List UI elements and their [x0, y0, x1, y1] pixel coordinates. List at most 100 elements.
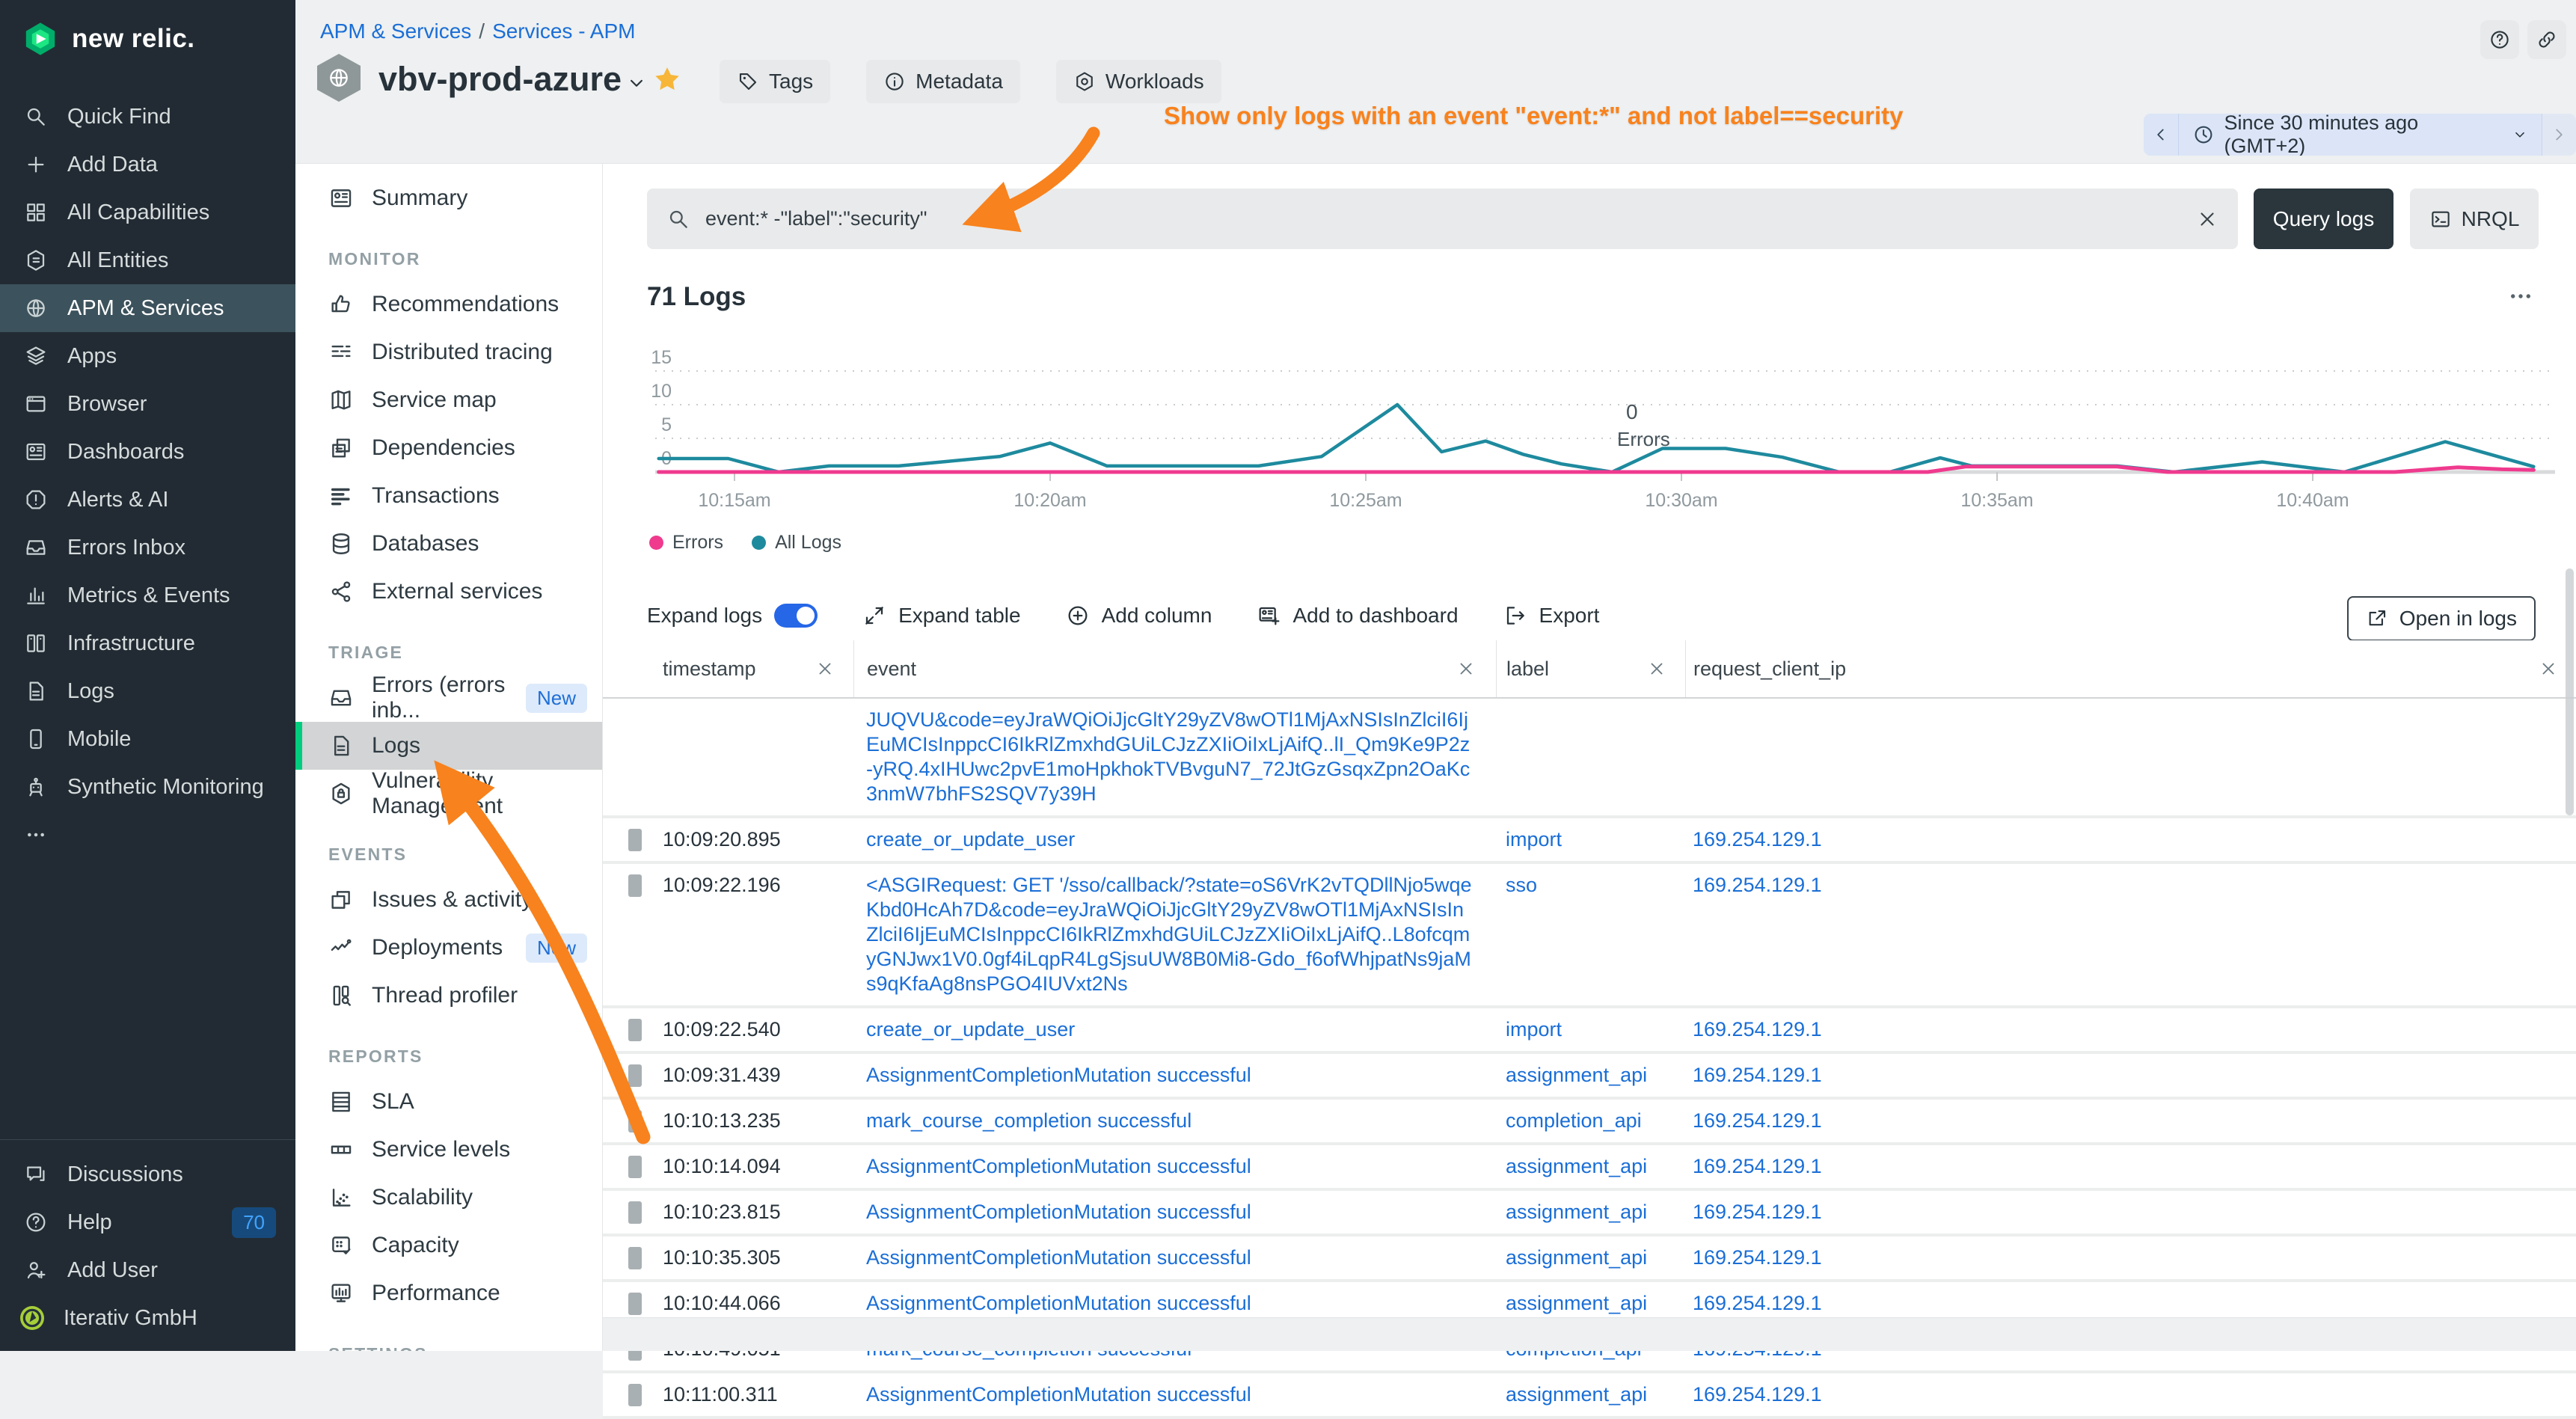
- column-header-label[interactable]: label: [1496, 640, 1685, 697]
- global-nav-item-browser[interactable]: Browser: [0, 380, 295, 428]
- sidebar-item-sla[interactable]: SLA: [295, 1078, 602, 1126]
- label-link[interactable]: sso: [1506, 874, 1537, 896]
- row-marker-icon[interactable]: [628, 1293, 642, 1315]
- metadata-button[interactable]: Metadata: [866, 60, 1020, 103]
- row-marker-icon[interactable]: [628, 1064, 642, 1087]
- global-nav-item-more[interactable]: [0, 811, 295, 859]
- event-link[interactable]: AssignmentCompletionMutation successful: [866, 1155, 1251, 1177]
- expand-table-button[interactable]: Expand table: [862, 604, 1020, 628]
- remove-column-icon[interactable]: [1647, 659, 1666, 678]
- event-link[interactable]: mark_course_completion successful: [866, 1109, 1192, 1132]
- remove-column-icon[interactable]: [1456, 659, 1476, 678]
- row-marker-icon[interactable]: [628, 1110, 642, 1133]
- label-link[interactable]: assignment_api: [1506, 1246, 1647, 1269]
- ip-link[interactable]: 169.254.129.1: [1693, 1109, 1822, 1132]
- query-logs-button[interactable]: Query logs: [2254, 189, 2393, 249]
- expand-logs-toggle[interactable]: Expand logs: [647, 604, 818, 628]
- ip-link[interactable]: 169.254.129.1: [1693, 1383, 1822, 1406]
- table-row[interactable]: JUQVU&code=eyJraWQiOiJjcGltY29yZV8wOTl1M…: [603, 699, 2576, 818]
- table-row[interactable]: 10:10:35.305AssignmentCompletionMutation…: [603, 1236, 2576, 1282]
- table-row[interactable]: 10:09:22.196<ASGIRequest: GET '/sso/call…: [603, 864, 2576, 1008]
- ip-link[interactable]: 169.254.129.1: [1693, 1201, 1822, 1223]
- table-row[interactable]: 10:09:31.439AssignmentCompletionMutation…: [603, 1054, 2576, 1100]
- favorite-star-icon[interactable]: [652, 64, 682, 94]
- global-nav-item-synthetic-monitoring[interactable]: Synthetic Monitoring: [0, 763, 295, 811]
- sidebar-item-thread-profiler[interactable]: Thread profiler: [295, 972, 602, 1020]
- label-link[interactable]: import: [1506, 828, 1562, 851]
- global-nav-item-alerts-ai[interactable]: Alerts & AI: [0, 476, 295, 524]
- event-link[interactable]: AssignmentCompletionMutation successful: [866, 1064, 1251, 1086]
- sidebar-item-deployments[interactable]: DeploymentsNew: [295, 924, 602, 972]
- toggle-on-icon[interactable]: [774, 604, 818, 628]
- row-marker-icon[interactable]: [628, 1247, 642, 1269]
- column-header-timestamp[interactable]: timestamp: [654, 640, 853, 697]
- sidebar-item-external-services[interactable]: External services: [295, 568, 602, 616]
- sidebar-item-dependencies[interactable]: Dependencies: [295, 424, 602, 472]
- copy-link-button[interactable]: [2527, 20, 2566, 59]
- column-header-event[interactable]: event: [853, 640, 1496, 697]
- remove-column-icon[interactable]: [2539, 659, 2558, 678]
- event-link[interactable]: JUQVU&code=eyJraWQiOiJjcGltY29yZV8wOTl1M…: [866, 708, 1470, 805]
- sidebar-item-capacity[interactable]: Capacity: [295, 1222, 602, 1269]
- global-nav-item-logs[interactable]: Logs: [0, 667, 295, 715]
- global-nav-item-discussions[interactable]: Discussions: [0, 1150, 295, 1198]
- global-nav-item-add-data[interactable]: Add Data: [0, 141, 295, 189]
- table-row[interactable]: 10:09:22.540create_or_update_userimport1…: [603, 1008, 2576, 1054]
- table-row[interactable]: 10:11:00.311AssignmentCompletionMutation…: [603, 1373, 2576, 1419]
- time-forward-button[interactable]: [2542, 114, 2576, 156]
- row-marker-icon[interactable]: [628, 1201, 642, 1224]
- sidebar-item-errors-errors-inb[interactable]: Errors (errors inb...New: [295, 674, 602, 722]
- sidebar-item-scalability[interactable]: Scalability: [295, 1174, 602, 1222]
- log-query-bar[interactable]: [647, 189, 2238, 249]
- row-marker-icon[interactable]: [628, 874, 642, 897]
- title-chevron-down-icon[interactable]: [625, 72, 648, 94]
- breadcrumb-services-apm[interactable]: Services - APM: [492, 19, 635, 43]
- sidebar-item-distributed-tracing[interactable]: Distributed tracing: [295, 328, 602, 376]
- ip-link[interactable]: 169.254.129.1: [1693, 1064, 1822, 1086]
- event-link[interactable]: <ASGIRequest: GET '/sso/callback/?state=…: [866, 874, 1472, 995]
- global-nav-item-add-user[interactable]: Add User: [0, 1246, 295, 1294]
- label-link[interactable]: assignment_api: [1506, 1292, 1647, 1314]
- ip-link[interactable]: 169.254.129.1: [1693, 874, 1822, 896]
- sidebar-item-recommendations[interactable]: Recommendations: [295, 281, 602, 328]
- event-link[interactable]: create_or_update_user: [866, 1018, 1075, 1041]
- tags-button[interactable]: Tags: [720, 60, 830, 103]
- global-nav-item-all-entities[interactable]: All Entities: [0, 236, 295, 284]
- label-link[interactable]: assignment_api: [1506, 1155, 1647, 1177]
- global-nav-item-help[interactable]: Help70: [0, 1198, 295, 1246]
- sidebar-item-vulnerability-management[interactable]: Vulnerability Management: [295, 770, 602, 818]
- sidebar-item-issues-activity[interactable]: Issues & activity: [295, 876, 602, 924]
- help-button[interactable]: [2480, 20, 2519, 59]
- row-marker-icon[interactable]: [628, 829, 642, 851]
- workloads-button[interactable]: Workloads: [1056, 60, 1221, 103]
- sidebar-item-service-map[interactable]: Service map: [295, 376, 602, 424]
- global-nav-item-iterativ-gmbh[interactable]: Iterativ GmbH: [0, 1294, 295, 1342]
- global-nav-item-dashboards[interactable]: Dashboards: [0, 428, 295, 476]
- row-marker-icon[interactable]: [628, 1156, 642, 1178]
- breadcrumb-apm-services[interactable]: APM & Services: [320, 19, 471, 43]
- label-link[interactable]: assignment_api: [1506, 1201, 1647, 1223]
- table-row[interactable]: 10:10:14.094AssignmentCompletionMutation…: [603, 1145, 2576, 1191]
- event-link[interactable]: create_or_update_user: [866, 828, 1075, 851]
- label-link[interactable]: completion_api: [1506, 1109, 1642, 1132]
- legend-item-errors[interactable]: Errors: [649, 532, 723, 554]
- time-range-selector[interactable]: Since 30 minutes ago (GMT+2): [2179, 114, 2542, 156]
- label-link[interactable]: import: [1506, 1018, 1562, 1041]
- label-link[interactable]: assignment_api: [1506, 1064, 1647, 1086]
- global-nav-item-infrastructure[interactable]: Infrastructure: [0, 619, 295, 667]
- ip-link[interactable]: 169.254.129.1: [1693, 1155, 1822, 1177]
- global-nav-item-errors-inbox[interactable]: Errors Inbox: [0, 524, 295, 571]
- remove-column-icon[interactable]: [815, 659, 835, 678]
- global-nav-item-all-capabilities[interactable]: All Capabilities: [0, 189, 295, 236]
- ip-link[interactable]: 169.254.129.1: [1693, 1246, 1822, 1269]
- time-picker[interactable]: Since 30 minutes ago (GMT+2): [2144, 114, 2576, 156]
- add-to-dashboard-button[interactable]: Add to dashboard: [1257, 604, 1458, 628]
- sidebar-item-databases[interactable]: Databases: [295, 520, 602, 568]
- more-options-icon[interactable]: [2506, 282, 2535, 310]
- open-in-logs-button[interactable]: Open in logs: [2347, 596, 2536, 641]
- legend-item-all-logs[interactable]: All Logs: [752, 532, 841, 554]
- time-back-button[interactable]: [2144, 114, 2179, 156]
- global-nav-item-apm-services[interactable]: APM & Services: [0, 284, 295, 332]
- table-row[interactable]: 10:10:13.235mark_course_completion succe…: [603, 1100, 2576, 1145]
- global-nav-item-metrics-events[interactable]: Metrics & Events: [0, 571, 295, 619]
